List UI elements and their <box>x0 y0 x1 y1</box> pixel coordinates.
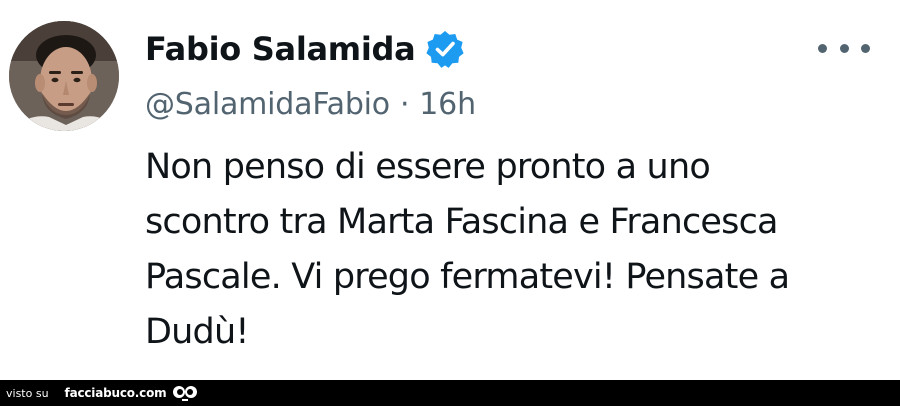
more-options-icon[interactable] <box>818 36 870 60</box>
tweet-text: Non penso di essere pronto a uno scontro… <box>145 140 880 360</box>
tweet-text-line: Dudù! <box>145 312 249 352</box>
more-dot <box>818 43 827 53</box>
watermark-footer: visto su facciabuco.com <box>0 380 900 406</box>
tweet-text-line: Pascale. Vi prego fermatevi! Pensate a <box>145 257 790 297</box>
author-name-row: Fabio Salamida <box>145 26 465 72</box>
separator-dot: · <box>399 86 410 122</box>
more-dot <box>861 43 870 53</box>
tweet-text-line: scontro tra Marta Fascina e Francesca <box>145 202 778 242</box>
handle-row: @SalamidaFabio · 16h <box>145 82 476 126</box>
author-handle[interactable]: @SalamidaFabio <box>145 87 390 122</box>
verified-badge-icon <box>426 31 465 68</box>
tweet-timestamp[interactable]: 16h <box>419 87 476 122</box>
more-dot <box>839 43 849 53</box>
display-name[interactable]: Fabio Salamida <box>145 30 416 68</box>
avatar[interactable] <box>9 21 119 131</box>
tweet-text-line: Non penso di essere pronto a uno <box>145 147 711 187</box>
footer-brand[interactable]: facciabuco.com <box>65 386 167 400</box>
tweet-card: Fabio Salamida @SalamidaFabio · 16h Non … <box>0 0 900 380</box>
footer-prefix: visto su <box>6 386 49 400</box>
eyes-logo-icon <box>173 386 198 401</box>
